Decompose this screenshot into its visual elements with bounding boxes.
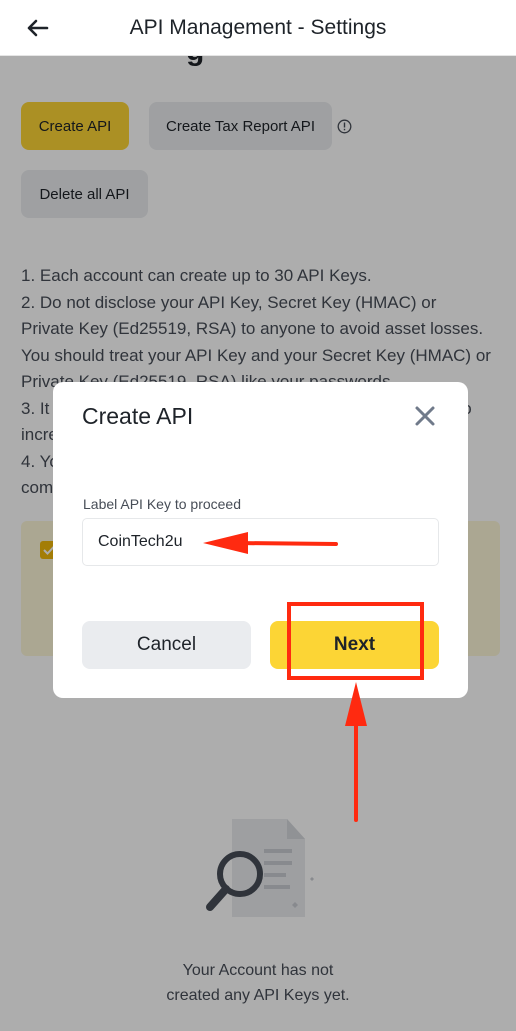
close-icon[interactable] <box>413 404 437 428</box>
top-bar: API Management - Settings <box>0 0 516 56</box>
api-label-field-label: Label API Key to proceed <box>83 496 241 512</box>
cancel-button[interactable]: Cancel <box>82 621 251 669</box>
page-title: API Management - Settings <box>129 16 387 39</box>
next-button[interactable]: Next <box>270 621 439 669</box>
dialog-title: Create API <box>82 403 194 429</box>
api-label-input[interactable] <box>82 518 439 566</box>
create-api-dialog: Create API Label API Key to proceed Canc… <box>53 382 468 698</box>
